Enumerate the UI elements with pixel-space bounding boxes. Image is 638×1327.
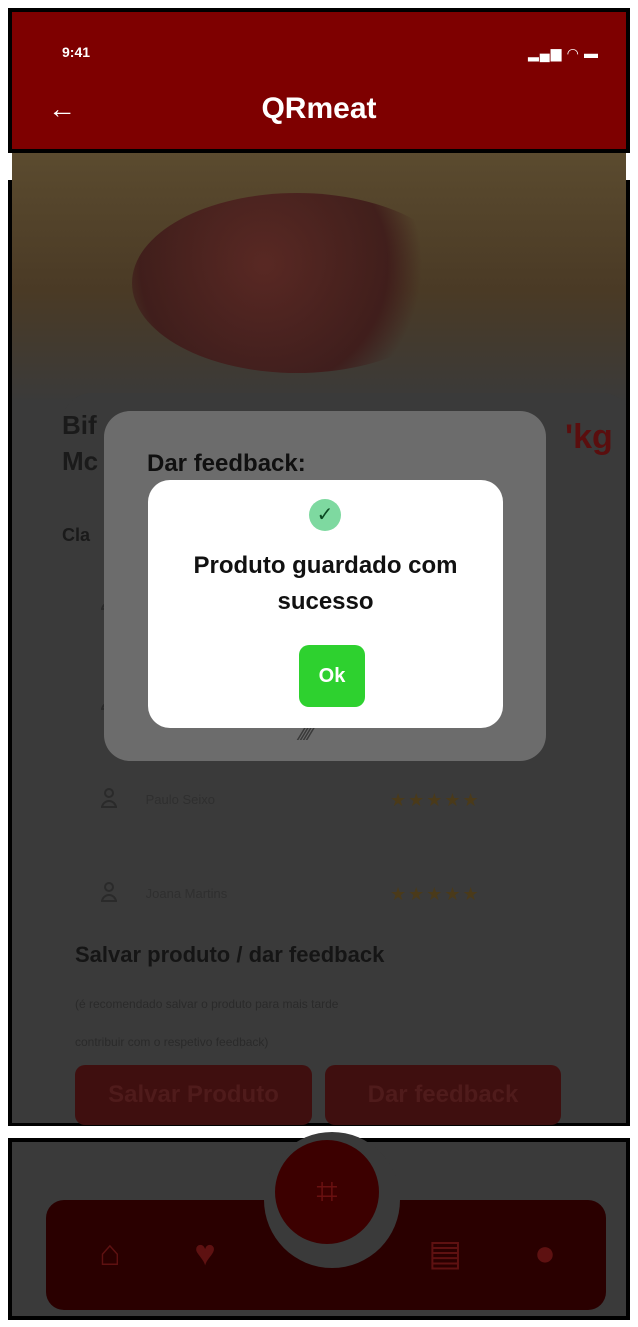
save-subtitle-line2: contribuir com o respetivo feedback) [75,1035,269,1049]
qr-scan-icon[interactable]: ⌗ [275,1140,379,1244]
success-message: Produto guardado com sucesso [148,548,503,620]
product-price: 'kg [565,418,613,456]
status-indicators: ▂▄▆ ◠ ▬ [528,45,599,61]
review-row: Joana Martins [100,882,227,904]
home-icon[interactable]: ⌂ [85,1235,135,1271]
check-circle-icon: ✓ [309,499,341,531]
app-header [12,12,626,149]
status-time: 9:41 [62,44,91,60]
reviewer-name: Joana Martins [145,885,228,901]
success-message-line2: sucesso [277,588,374,615]
save-section-title: Salvar produto / dar feedback [75,942,385,967]
user-icon[interactable]: ● [520,1235,570,1271]
review-row: Paulo Seixo [100,788,215,810]
ok-button[interactable]: Ok [299,645,365,707]
save-product-button[interactable]: Salvar Produto [75,1065,312,1125]
product-title-line2: Mc [62,446,99,476]
success-message-line1: Produto guardado com [193,552,458,579]
heart-icon[interactable]: ♥ [180,1235,230,1271]
feedback-dialog-title: Dar feedback: [147,450,306,477]
app-title: QRmeat [261,92,377,125]
reviewer-name: Paulo Seixo [145,791,216,807]
review-stars: ★★★★★ [390,884,481,904]
classification-label: Cla [62,525,91,545]
save-subtitle-line1: (é recomendado salvar o produto para mai… [75,997,339,1011]
person-icon [100,788,118,810]
give-feedback-button[interactable]: Dar feedback [325,1065,561,1125]
product-title: Bif [62,410,97,440]
meat-photo [132,193,462,373]
save-section-subtitle: (é recomendado salvar o produto para mai… [75,985,555,1061]
document-icon[interactable]: ▤ [420,1235,470,1271]
person-icon [100,882,118,904]
review-stars: ★★★★★ [390,790,481,810]
